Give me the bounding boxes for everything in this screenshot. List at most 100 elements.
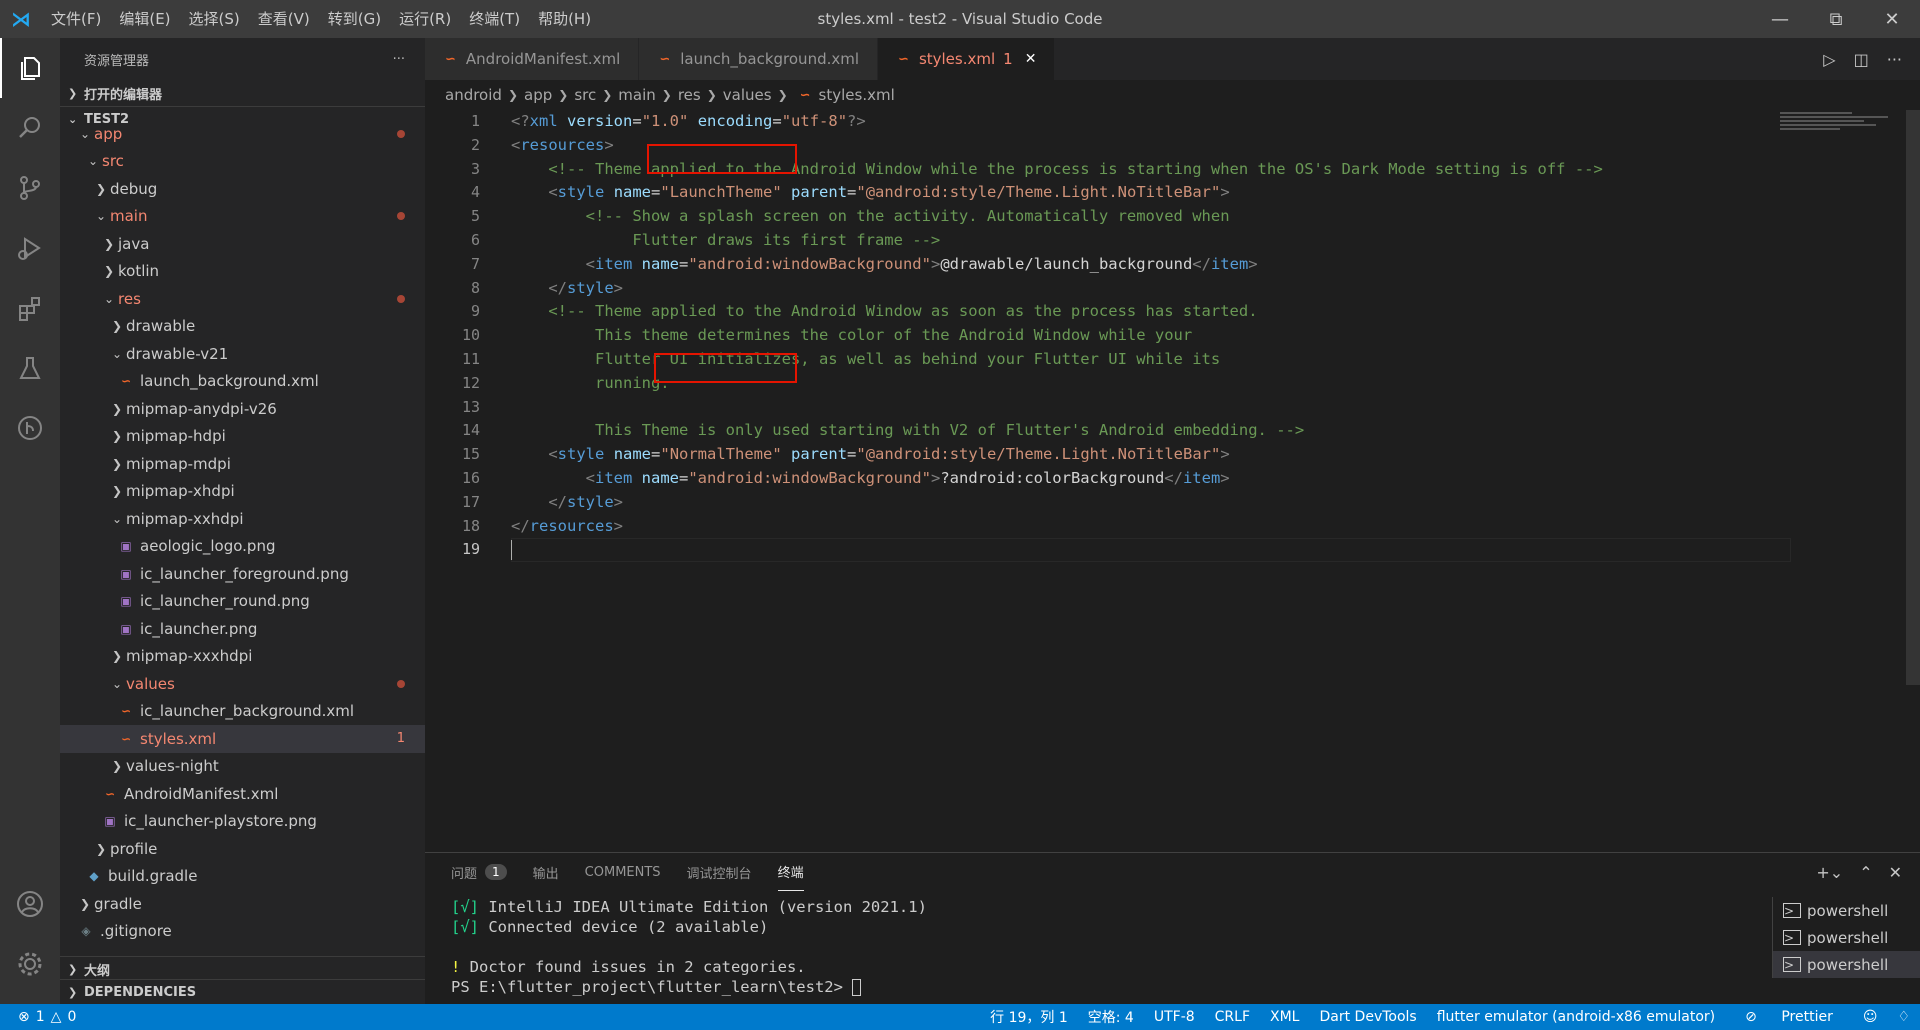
tree-file[interactable]: ∽ AndroidManifest.xml: [60, 780, 425, 808]
tree-folder[interactable]: ❯ mipmap-anydpi-v26: [60, 395, 425, 423]
tab-debug-console[interactable]: 调试控制台: [687, 853, 752, 891]
encoding[interactable]: UTF-8: [1144, 1009, 1205, 1025]
dependencies-section[interactable]: ❯ DEPENDENCIES: [60, 979, 425, 1005]
tree-file[interactable]: ▣ ic_launcher_round.png: [60, 588, 425, 616]
tree-file[interactable]: ▣ ic_launcher.png: [60, 615, 425, 643]
restore-icon[interactable]: ⧉: [1808, 0, 1864, 38]
tree-file[interactable]: ◈ .gitignore: [60, 918, 425, 946]
tree-folder[interactable]: ❯ gradle: [60, 890, 425, 918]
tree-folder[interactable]: ❯ debug: [60, 175, 425, 203]
menu-view[interactable]: 查看(V): [249, 0, 319, 38]
tree-folder[interactable]: ❯ profile: [60, 835, 425, 863]
dart-devtools[interactable]: Dart DevTools: [1310, 1009, 1427, 1025]
terminal-instance[interactable]: >_ powershell: [1773, 951, 1920, 978]
open-editors-section[interactable]: ❯ 打开的编辑器: [60, 80, 425, 106]
tree-folder[interactable]: ⌄ mipmap-xxhdpi: [60, 505, 425, 533]
source-control-icon[interactable]: [0, 158, 60, 218]
breadcrumb-item[interactable]: android: [445, 86, 502, 104]
normal-theme-highlight-box: [654, 353, 797, 383]
chevron-right-icon: ❯: [95, 181, 107, 196]
tree-folder[interactable]: ❯ mipmap-mdpi: [60, 450, 425, 478]
minimize-icon[interactable]: —: [1752, 0, 1808, 38]
code-editor[interactable]: 1 2 3 4 5 6 7 8 9 10 11 12 13 14 15 16 17 18 19 <?xml vers…: [425, 110, 1920, 852]
split-editor-icon[interactable]: ◫: [1854, 50, 1869, 69]
tree-file[interactable]: ◆ build.gradle: [60, 863, 425, 891]
indentation[interactable]: 空格: 4: [1078, 1007, 1144, 1027]
close-window-icon[interactable]: ✕: [1864, 0, 1920, 38]
tree-folder[interactable]: ⌄ res: [60, 285, 425, 313]
tree-file[interactable]: ▣ ic_launcher_foreground.png: [60, 560, 425, 588]
tree-folder[interactable]: ⌄ main: [60, 203, 425, 231]
search-icon[interactable]: [0, 98, 60, 158]
extensions-icon[interactable]: [0, 278, 60, 338]
breadcrumb-item[interactable]: res: [678, 86, 701, 104]
tab-launch-background[interactable]: ∽ launch_background.xml: [639, 38, 879, 80]
terminal-instance[interactable]: >_ powershell: [1773, 897, 1920, 924]
prettier-status[interactable]: ⊘ Prettier: [1725, 1009, 1853, 1025]
problems-status[interactable]: ⊗ 1 △ 0: [0, 1009, 76, 1025]
tab-terminal[interactable]: 终端: [777, 853, 804, 891]
tree-file[interactable]: ∽ launch_background.xml: [60, 368, 425, 396]
testing-flask-icon[interactable]: [0, 338, 60, 398]
tree-folder[interactable]: ❯ java: [60, 230, 425, 258]
tree-folder[interactable]: ❯ mipmap-xxxhdpi: [60, 643, 425, 671]
tree-folder[interactable]: ⌄ drawable-v21: [60, 340, 425, 368]
tree-folder[interactable]: ⌄ app: [60, 120, 425, 148]
breadcrumb-item[interactable]: styles.xml: [819, 86, 895, 104]
run-icon[interactable]: ▷: [1823, 50, 1835, 69]
code-content[interactable]: <?xml version="1.0" encoding="utf-8"?> <…: [511, 110, 1811, 562]
tree-folder[interactable]: ❯ mipmap-hdpi: [60, 423, 425, 451]
tab-problems[interactable]: 问题 1: [451, 853, 507, 891]
tab-output[interactable]: 输出: [533, 853, 559, 891]
language-mode[interactable]: XML: [1260, 1009, 1309, 1025]
git-graph-icon[interactable]: [0, 398, 60, 458]
tree-folder[interactable]: ⌄ src: [60, 148, 425, 176]
run-debug-icon[interactable]: [0, 218, 60, 278]
minimap[interactable]: [1780, 110, 1900, 150]
account-icon[interactable]: [0, 874, 60, 934]
tree-item-label: ic_launcher.png: [140, 619, 258, 638]
tree-folder[interactable]: ❯ kotlin: [60, 258, 425, 286]
feedback-icon[interactable]: ☺: [1853, 1009, 1888, 1025]
tree-folder[interactable]: ❯ mipmap-xhdpi: [60, 478, 425, 506]
device-selector[interactable]: flutter emulator (android-x86 emulator): [1427, 1009, 1725, 1025]
menu-edit[interactable]: 编辑(E): [110, 0, 179, 38]
modified-dot: [397, 212, 405, 221]
terminal-instance[interactable]: >_ powershell: [1773, 924, 1920, 951]
notifications-bell-icon[interactable]: ♢: [1887, 1009, 1920, 1025]
tab-styles[interactable]: ∽ styles.xml 1 ✕: [878, 38, 1056, 80]
menu-selection[interactable]: 选择(S): [180, 0, 249, 38]
tree-folder[interactable]: ❯ values-night: [60, 753, 425, 781]
terminal-prompt-line[interactable]: PS E:\flutter_project\flutter_learn\test…: [451, 977, 927, 997]
tree-file[interactable]: ▣ ic_launcher-playstore.png: [60, 808, 425, 836]
more-actions-icon[interactable]: ···: [1887, 50, 1902, 69]
tree-file[interactable]: ∽ styles.xml 1: [60, 725, 425, 753]
tree-file[interactable]: ▣ aeologic_logo.png: [60, 533, 425, 561]
cursor-position[interactable]: 行 19，列 1: [980, 1007, 1078, 1027]
tab-androidmanifest[interactable]: ∽ AndroidManifest.xml: [425, 38, 640, 80]
close-panel-icon[interactable]: ✕: [1889, 863, 1902, 882]
end-of-line[interactable]: CRLF: [1205, 1009, 1260, 1025]
terminal-output[interactable]: [√] IntelliJ IDEA Ultimate Edition (vers…: [451, 897, 927, 997]
menu-run[interactable]: 运行(R): [390, 0, 460, 38]
breadcrumb-item[interactable]: values: [723, 86, 772, 104]
breadcrumb-item[interactable]: app: [524, 86, 552, 104]
tree-folder[interactable]: ❯ drawable: [60, 313, 425, 341]
tab-comments[interactable]: COMMENTS: [585, 853, 661, 891]
settings-gear-icon[interactable]: [0, 934, 60, 994]
tree-item-label: mipmap-hdpi: [126, 427, 226, 446]
tree-file[interactable]: ∽ ic_launcher_background.xml: [60, 698, 425, 726]
breadcrumb-item[interactable]: main: [618, 86, 655, 104]
menu-help[interactable]: 帮助(H): [529, 0, 600, 38]
close-tab-icon[interactable]: ✕: [1025, 51, 1037, 67]
explorer-icon[interactable]: [0, 38, 60, 98]
new-terminal-icon[interactable]: +⌄: [1816, 863, 1843, 882]
tree-folder[interactable]: ⌄ values: [60, 670, 425, 698]
more-actions-icon[interactable]: ···: [393, 52, 405, 67]
menu-go[interactable]: 转到(G): [319, 0, 390, 38]
breadcrumb-item[interactable]: src: [574, 86, 596, 104]
menu-terminal[interactable]: 终端(T): [460, 0, 529, 38]
menu-file[interactable]: 文件(F): [42, 0, 110, 38]
maximize-panel-icon[interactable]: ⌃: [1859, 863, 1872, 882]
editor-scrollbar[interactable]: [1906, 110, 1920, 685]
